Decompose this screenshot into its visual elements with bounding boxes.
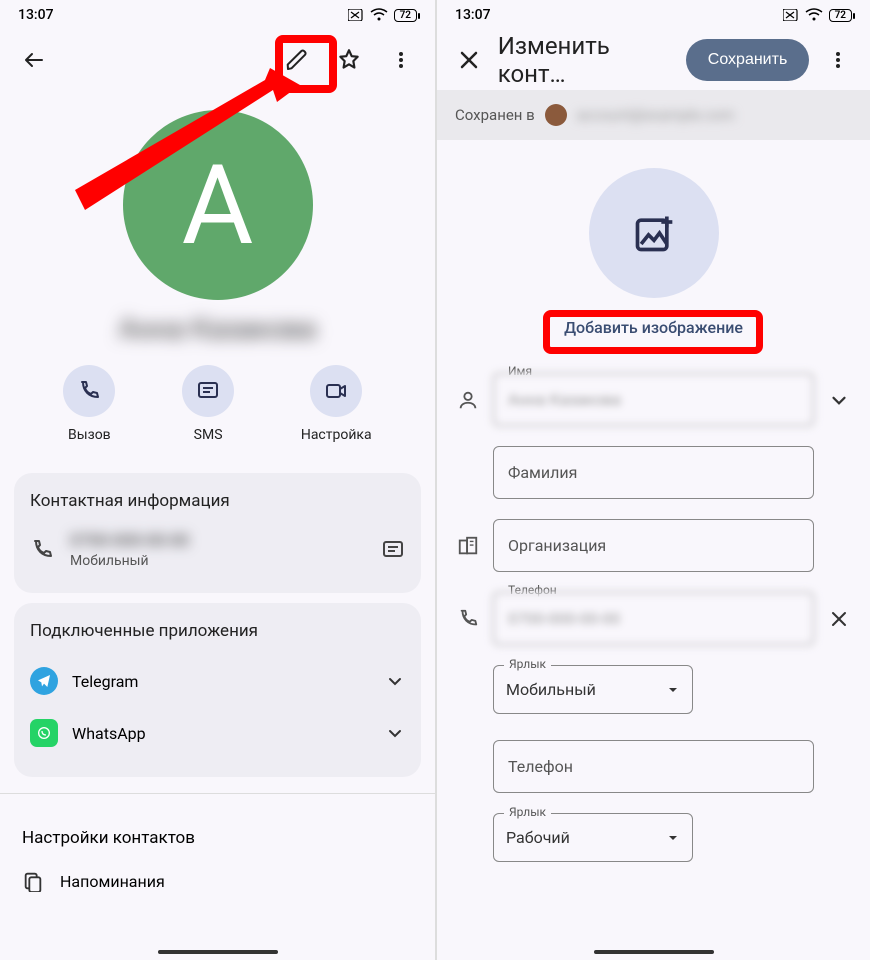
phone-row: Телефон 0700-000-00-00 <box>453 592 854 645</box>
sms-action[interactable]: SMS <box>182 365 234 443</box>
app-name: Telegram <box>72 672 138 691</box>
saved-in-bar[interactable]: Сохранен в account@example.com <box>437 90 870 140</box>
status-time: 13:07 <box>18 7 54 23</box>
apps-section-title: Подключенные приложения <box>30 621 405 641</box>
battery-indicator: 72 <box>394 9 417 22</box>
tag-label: Ярлык <box>504 657 551 671</box>
add-photo-button[interactable] <box>589 168 719 298</box>
reminders-row[interactable]: Напоминания <box>0 858 435 904</box>
phone2-type-select[interactable]: Ярлык Рабочий <box>493 813 693 862</box>
reminder-icon <box>22 870 44 892</box>
remove-phone-button[interactable] <box>824 609 854 629</box>
phone-type-value: Мобильный <box>506 680 596 699</box>
lastname-field[interactable]: Фамилия <box>493 446 814 499</box>
tag-label: Ярлык <box>504 805 551 819</box>
chevron-down-icon <box>385 671 405 691</box>
settings-title: Настройки контактов <box>0 810 435 858</box>
account-email: account@example.com <box>577 106 735 124</box>
dropdown-icon <box>666 683 680 697</box>
battery-indicator: 72 <box>829 9 852 22</box>
overflow-menu-button[interactable] <box>379 38 423 82</box>
status-indicators: 72 <box>783 8 852 22</box>
phone-icon <box>63 365 115 417</box>
dropdown-icon <box>666 831 680 845</box>
close-button[interactable] <box>449 38 490 82</box>
telegram-icon <box>30 667 58 695</box>
app-name: WhatsApp <box>72 724 146 743</box>
expand-name-button[interactable] <box>824 389 854 411</box>
whatsapp-icon <box>30 719 58 747</box>
phone-icon <box>453 608 483 630</box>
no-sim-icon <box>348 9 364 21</box>
contact-info-card: Контактная информация 0700-000-00-00 Моб… <box>14 473 421 593</box>
status-time: 13:07 <box>455 7 491 23</box>
edit-app-bar: Изменить конт… Сохранить <box>437 30 870 90</box>
edit-contact-screen: 13:07 72 Изменить конт… Сохранить Сохран… <box>435 0 870 960</box>
annotation-highlight-add-image <box>543 310 763 354</box>
lastname-row: Фамилия <box>453 446 854 499</box>
no-sim-icon <box>783 9 799 21</box>
app-telegram[interactable]: Telegram <box>30 655 405 707</box>
call-label: Вызов <box>68 427 111 443</box>
video-action[interactable]: Настройка <box>301 365 372 443</box>
org-row: Организация <box>453 519 854 572</box>
org-field[interactable]: Организация <box>493 519 814 572</box>
action-row: Вызов SMS Настройка <box>0 365 435 463</box>
overflow-menu-button[interactable] <box>817 38 858 82</box>
phone-type: Мобильный <box>70 553 365 569</box>
contact-view-screen: 13:07 72 А Анна Казак <box>0 0 435 960</box>
back-button[interactable] <box>12 38 56 82</box>
wifi-icon <box>805 8 823 22</box>
add-image-icon <box>632 211 676 255</box>
edit-title: Изменить конт… <box>498 32 670 88</box>
video-icon <box>310 365 362 417</box>
status-bar: 13:07 72 <box>0 0 435 30</box>
edit-form: Имя Анна Казакова Фамилия Организация <box>437 345 870 870</box>
chevron-down-icon <box>385 723 405 743</box>
name-field[interactable]: Анна Казакова <box>493 373 814 426</box>
phone2-row: Телефон <box>453 740 854 793</box>
person-icon <box>453 389 483 411</box>
status-indicators: 72 <box>348 8 417 22</box>
name-row: Имя Анна Казакова <box>453 373 854 426</box>
reminders-label: Напоминания <box>60 872 165 891</box>
status-bar: 13:07 72 <box>437 0 870 30</box>
building-icon <box>453 535 483 557</box>
info-section-title: Контактная информация <box>30 491 405 511</box>
message-icon <box>182 365 234 417</box>
phone-type-select[interactable]: Ярлык Мобильный <box>493 665 693 714</box>
divider <box>0 793 435 794</box>
phone-icon <box>30 538 54 562</box>
phone2-type-value: Рабочий <box>506 828 570 847</box>
phone2-field[interactable]: Телефон <box>493 740 814 793</box>
account-avatar <box>545 104 567 126</box>
phone-field[interactable]: 0700-000-00-00 <box>493 592 814 645</box>
annotation-arrow <box>55 60 315 260</box>
contact-name: Анна Казакова <box>0 312 435 345</box>
app-whatsapp[interactable]: WhatsApp <box>30 707 405 759</box>
video-label: Настройка <box>301 427 372 443</box>
home-indicator[interactable] <box>158 950 278 954</box>
phone-number: 0700-000-00-00 <box>70 531 365 551</box>
save-button[interactable]: Сохранить <box>686 39 810 81</box>
call-action[interactable]: Вызов <box>63 365 115 443</box>
sms-label: SMS <box>194 427 223 443</box>
wifi-icon <box>370 8 388 22</box>
home-indicator[interactable] <box>594 950 714 954</box>
connected-apps-card: Подключенные приложения Telegram WhatsAp… <box>14 603 421 777</box>
phone-entry[interactable]: 0700-000-00-00 Мобильный <box>30 525 405 575</box>
message-icon[interactable] <box>381 538 405 562</box>
saved-in-label: Сохранен в <box>455 106 535 124</box>
